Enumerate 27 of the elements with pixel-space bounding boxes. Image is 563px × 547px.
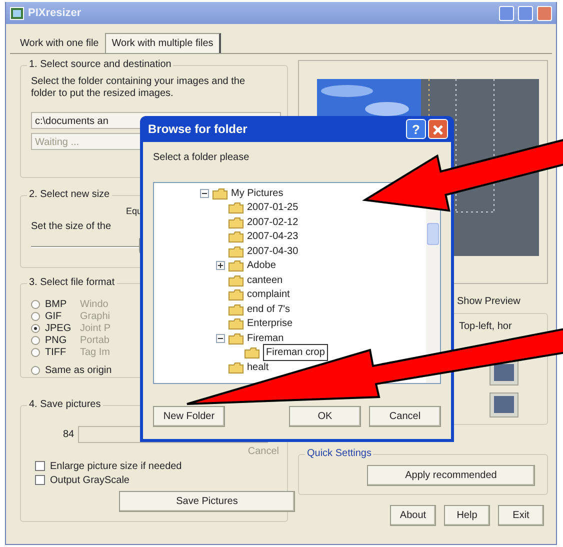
size-label: Set the size of the	[31, 221, 112, 232]
radio-label: Same as origin	[45, 364, 112, 378]
group-description: Select the folder containing your images and the folder to put the resized images.	[31, 76, 246, 100]
format-description: Tag Im	[80, 346, 110, 360]
checkbox-label: Output GrayScale	[50, 474, 130, 488]
position-label: Top-left, hor	[459, 320, 513, 334]
format-description: Portab	[80, 334, 110, 348]
group-title: 3. Select file format	[28, 278, 116, 288]
group-title: Quick Settings	[306, 449, 372, 459]
dialog-title: Browse for folder	[148, 121, 248, 138]
format-name: JPEG	[45, 322, 72, 336]
format-name: PNG	[45, 334, 68, 348]
format-name: BMP	[45, 298, 68, 312]
format-name: TIFF	[45, 346, 68, 360]
format-name: GIF	[45, 310, 63, 324]
format-description: Graphi	[80, 310, 110, 324]
checkbox-label: Enlarge picture size if needed	[50, 460, 182, 474]
group-title: 2. Select new size	[28, 190, 111, 200]
group-title: 1. Select source and destination	[28, 60, 172, 70]
dialog-prompt: Select a folder please	[153, 151, 250, 165]
checkbox-label: Show Preview	[457, 295, 520, 309]
field-label: 84	[63, 428, 74, 442]
format-description: Windo	[80, 298, 108, 312]
format-description: Joint P	[80, 322, 111, 336]
cancel-label: Cancel	[248, 446, 279, 457]
group-title: 4. Save pictures	[28, 400, 102, 410]
window-title: PIXresizer	[28, 6, 82, 21]
